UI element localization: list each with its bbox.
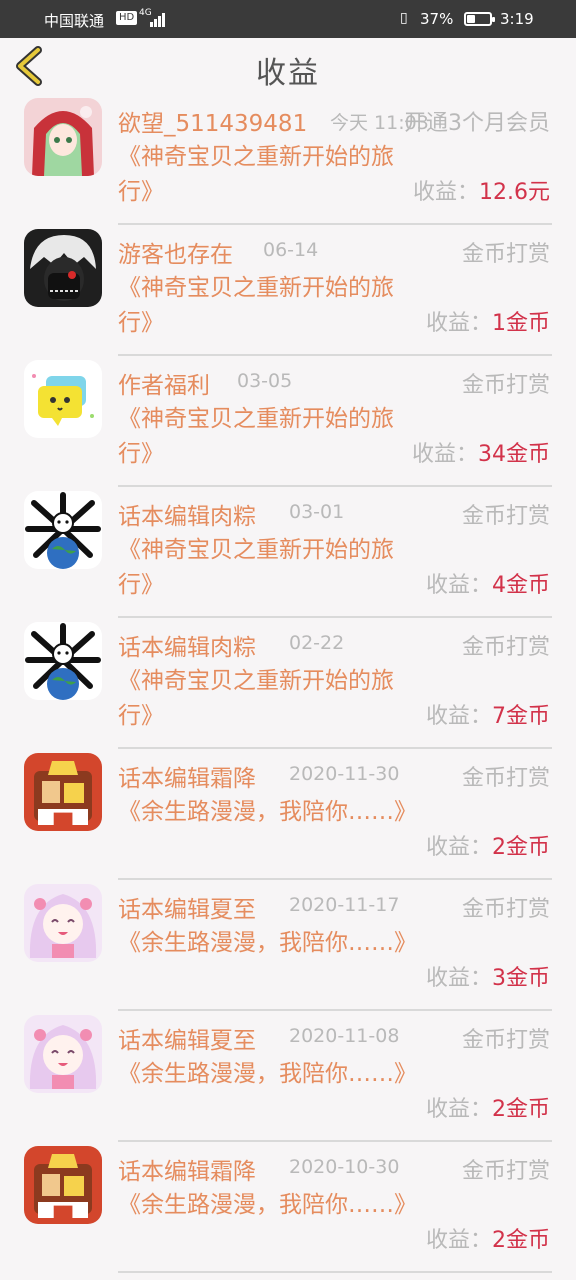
income-value: 12.6元 [479, 180, 550, 205]
income-label: 收益： [411, 442, 478, 467]
row-divider [118, 1271, 552, 1273]
user-name: 欲望_511439481 [118, 111, 308, 137]
record-date: 03-05 [237, 370, 293, 392]
record-type: 金币打赏 [461, 635, 550, 660]
svg-text:▇▇: ▇▇ [53, 811, 73, 825]
user-name: 话本编辑霜降 [118, 1159, 256, 1185]
pink-anime-girl-avatar[interactable] [24, 884, 102, 962]
record-type: 金币打赏 [461, 766, 550, 791]
income-label: 收益： [425, 966, 492, 991]
user-name: 话本编辑夏至 [118, 897, 256, 923]
income-amount: 收益：2金币 [426, 829, 550, 861]
income-record[interactable]: 话本编辑夏至 2020-11-08 金币打赏《余生路漫漫，我陪你……》 收益：2金币 [0, 1011, 576, 1142]
battery-percent: 37% [420, 10, 454, 28]
record-date: 2020-11-08 [289, 1025, 400, 1047]
record-type: 金币打赏 [461, 242, 550, 267]
income-label: 收益： [425, 573, 492, 598]
income-amount: 收益：4金币 [426, 567, 550, 599]
income-value: 2金币 [492, 1097, 550, 1122]
red-hood-girl-avatar[interactable] [24, 98, 102, 176]
record-type: 金币打赏 [461, 897, 550, 922]
income-record[interactable]: 话本编辑肉粽 02-22 金币打赏《神奇宝贝之重新开始的旅行》 收益：7金币 [0, 618, 576, 749]
book-title[interactable]: 《神奇宝贝之重新开始的旅行》 [118, 140, 408, 210]
book-title[interactable]: 《余生路漫漫，我陪你……》 [118, 1057, 417, 1092]
income-value: 3金币 [492, 966, 550, 991]
income-record[interactable]: 游客也存在 06-14 金币打赏《神奇宝贝之重新开始的旅行》 收益：1金币 [0, 225, 576, 356]
record-type: 开通3个月会员 [404, 111, 550, 136]
record-date: 2020-11-17 [289, 894, 400, 916]
record-date: 06-14 [263, 239, 319, 261]
carrier-name: 中国联通 [44, 12, 105, 30]
book-title[interactable]: 《神奇宝贝之重新开始的旅行》 [118, 533, 414, 603]
user-name: 话本编辑夏至 [118, 1028, 256, 1054]
income-record[interactable]: 话本编辑夏至 2020-11-17 金币打赏《余生路漫漫，我陪你……》 收益：3金币 [0, 880, 576, 1011]
record-date: 02-22 [289, 632, 345, 654]
hd-badge: HD [116, 11, 138, 25]
income-amount: 收益：34金币 [412, 436, 550, 468]
income-record[interactable]: ▇▇ 话本编辑霜降 2020-10-30 金币打赏《余生路漫漫，我陪你……》 收益：2… [0, 1142, 576, 1273]
income-value: 2金币 [492, 1228, 550, 1253]
record-type: 金币打赏 [461, 373, 550, 398]
income-label: 收益： [412, 180, 479, 205]
book-title[interactable]: 《余生路漫漫，我陪你……》 [118, 1188, 417, 1223]
income-value: 34金币 [478, 442, 550, 467]
bone-earth-avatar[interactable] [24, 622, 102, 700]
income-label: 收益： [425, 704, 492, 729]
user-name: 游客也存在 [118, 242, 233, 268]
book-title[interactable]: 《神奇宝贝之重新开始的旅行》 [118, 664, 414, 734]
income-amount: 收益：3金币 [426, 960, 550, 992]
book-title[interactable]: 《神奇宝贝之重新开始的旅行》 [118, 402, 408, 472]
masked-boy-avatar[interactable] [24, 229, 102, 307]
record-type: 金币打赏 [461, 1159, 550, 1184]
income-label: 收益： [425, 311, 492, 336]
income-value: 2金币 [492, 835, 550, 860]
income-amount: 收益：1金币 [426, 305, 550, 337]
user-name: 话本编辑肉粽 [118, 635, 256, 661]
record-type: 金币打赏 [461, 1028, 550, 1053]
user-name: 作者福利 [118, 373, 210, 399]
income-label: 收益： [425, 1097, 492, 1122]
record-date: 03-01 [289, 501, 345, 523]
income-label: 收益： [425, 1228, 492, 1253]
pink-anime-girl-avatar[interactable] [24, 1015, 102, 1093]
bone-earth-avatar[interactable] [24, 491, 102, 569]
income-record[interactable]: 欲望_511439481 今天 11:03 开通3个月会员 《神奇宝贝之重新开始的旅行… [0, 94, 576, 225]
svg-text:▇▇: ▇▇ [53, 1204, 73, 1218]
book-title[interactable]: 《神奇宝贝之重新开始的旅行》 [118, 271, 414, 341]
signal-icon [150, 13, 168, 27]
record-date: 2020-10-30 [289, 1156, 400, 1178]
income-list: 欲望_511439481 今天 11:03 开通3个月会员 《神奇宝贝之重新开始的旅行… [0, 94, 576, 1273]
record-type: 金币打赏 [461, 504, 550, 529]
page-title: 收益 [256, 56, 320, 91]
income-record[interactable]: 作者福利 03-05 金币打赏《神奇宝贝之重新开始的旅行》 收益：34金币 [0, 356, 576, 487]
income-amount: 收益：2金币 [426, 1222, 550, 1254]
book-title[interactable]: 《余生路漫漫，我陪你……》 [118, 926, 417, 961]
income-amount: 收益：7金币 [426, 698, 550, 730]
status-bar: 中国联通 HD 4G ▯ 37% 3:19 [0, 0, 576, 38]
income-amount: 收益：2金币 [426, 1091, 550, 1123]
income-value: 7金币 [492, 704, 550, 729]
header-bar: 收益 [0, 38, 576, 94]
chat-bubble-avatar[interactable] [24, 360, 102, 438]
income-record[interactable]: 话本编辑肉粽 03-01 金币打赏《神奇宝贝之重新开始的旅行》 收益：4金币 [0, 487, 576, 618]
book-title[interactable]: 《余生路漫漫，我陪你……》 [118, 795, 417, 830]
orange-character-avatar[interactable]: ▇▇ [24, 1146, 102, 1224]
orange-character-avatar[interactable]: ▇▇ [24, 753, 102, 831]
income-value: 1金币 [492, 311, 550, 336]
income-amount: 收益：12.6元 [413, 174, 550, 206]
income-label: 收益： [425, 835, 492, 860]
vibrate-icon: ▯ [400, 10, 408, 26]
user-name: 话本编辑霜降 [118, 766, 256, 792]
income-value: 4金币 [492, 573, 550, 598]
battery-icon [464, 12, 495, 26]
clock: 3:19 [500, 10, 534, 28]
user-name: 话本编辑肉粽 [118, 504, 256, 530]
income-record[interactable]: ▇▇ 话本编辑霜降 2020-11-30 金币打赏《余生路漫漫，我陪你……》 收益：2… [0, 749, 576, 880]
record-date: 2020-11-30 [289, 763, 400, 785]
